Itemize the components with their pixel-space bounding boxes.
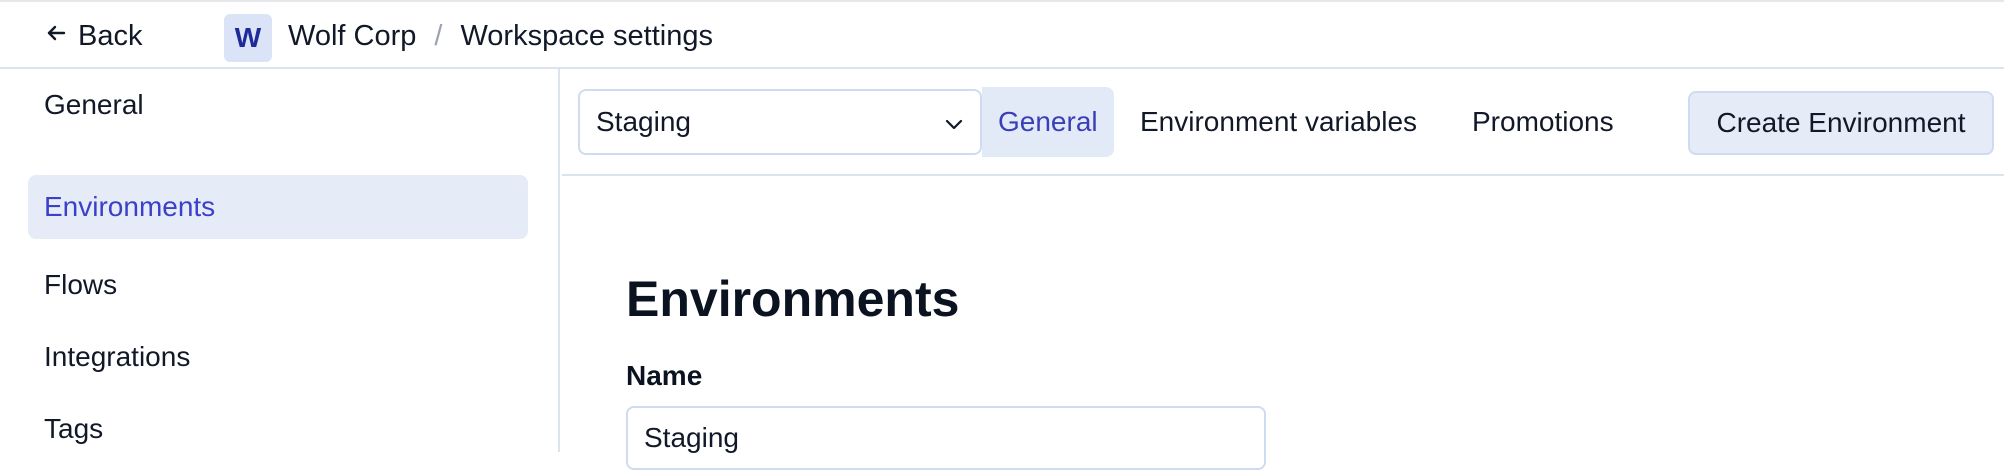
environment-select[interactable]: Staging	[578, 89, 982, 155]
environment-toolbar: Staging General Environment variables Pr…	[562, 69, 2004, 176]
breadcrumb-org[interactable]: Wolf Corp	[288, 20, 416, 53]
settings-sidebar: General Environments Flows Integrations …	[0, 69, 560, 452]
sidebar-item-general[interactable]: General	[28, 73, 528, 137]
environment-name-input[interactable]	[626, 406, 1266, 470]
sidebar-item-environments[interactable]: Environments	[28, 175, 528, 239]
tab-general[interactable]: General	[982, 87, 1114, 157]
breadcrumb: Wolf Corp / Workspace settings	[288, 18, 713, 54]
breadcrumb-separator: /	[434, 19, 443, 52]
tab-environment-variables[interactable]: Environment variables	[1140, 87, 1417, 157]
sidebar-item-flows[interactable]: Flows	[28, 253, 528, 317]
name-field-label: Name	[626, 360, 703, 391]
top-bar: Back W Wolf Corp / Workspace settings	[0, 0, 2004, 69]
main-content: Environments Name	[562, 178, 2004, 470]
breadcrumb-page: Workspace settings	[460, 19, 713, 52]
chevron-down-icon	[942, 111, 966, 135]
page-title: Environments	[626, 271, 960, 327]
back-label: Back	[78, 19, 143, 52]
sidebar-item-integrations[interactable]: Integrations	[28, 325, 528, 389]
environment-select-value: Staging	[596, 106, 691, 137]
create-environment-button[interactable]: Create Environment	[1688, 91, 1994, 155]
sidebar-item-tags[interactable]: Tags	[28, 397, 528, 461]
back-button[interactable]: Back	[44, 18, 142, 54]
workspace-avatar: W	[224, 14, 272, 62]
arrow-left-icon	[44, 20, 68, 53]
tab-promotions[interactable]: Promotions	[1472, 87, 1614, 157]
